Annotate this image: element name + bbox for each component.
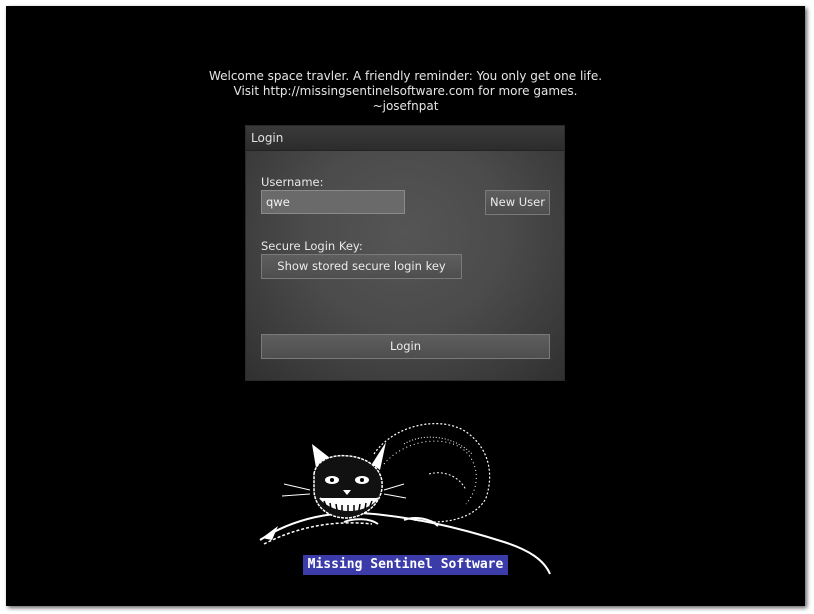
new-user-button[interactable]: New User [485, 190, 550, 215]
login-panel: Login Username: New User Secure Login Ke… [245, 125, 565, 381]
login-panel-title: Login [251, 131, 284, 145]
game-window: Welcome space travler. A friendly remind… [6, 6, 805, 606]
welcome-line-1: Welcome space travler. A friendly remind… [208, 69, 603, 83]
login-button[interactable]: Login [261, 334, 550, 359]
login-panel-title-bar: Login [246, 126, 564, 151]
show-stored-key-button[interactable]: Show stored secure login key [261, 254, 462, 279]
welcome-line-2: Visit http://missingsentinelsoftware.com… [233, 84, 578, 98]
company-name-label: Missing Sentinel Software [303, 555, 508, 575]
secure-login-key-label: Secure Login Key: [261, 239, 363, 253]
welcome-signature: ~josefnpat [372, 99, 439, 113]
username-input[interactable] [261, 190, 405, 214]
welcome-message: Welcome space travler. A friendly remind… [6, 69, 805, 114]
username-label: Username: [261, 175, 324, 189]
